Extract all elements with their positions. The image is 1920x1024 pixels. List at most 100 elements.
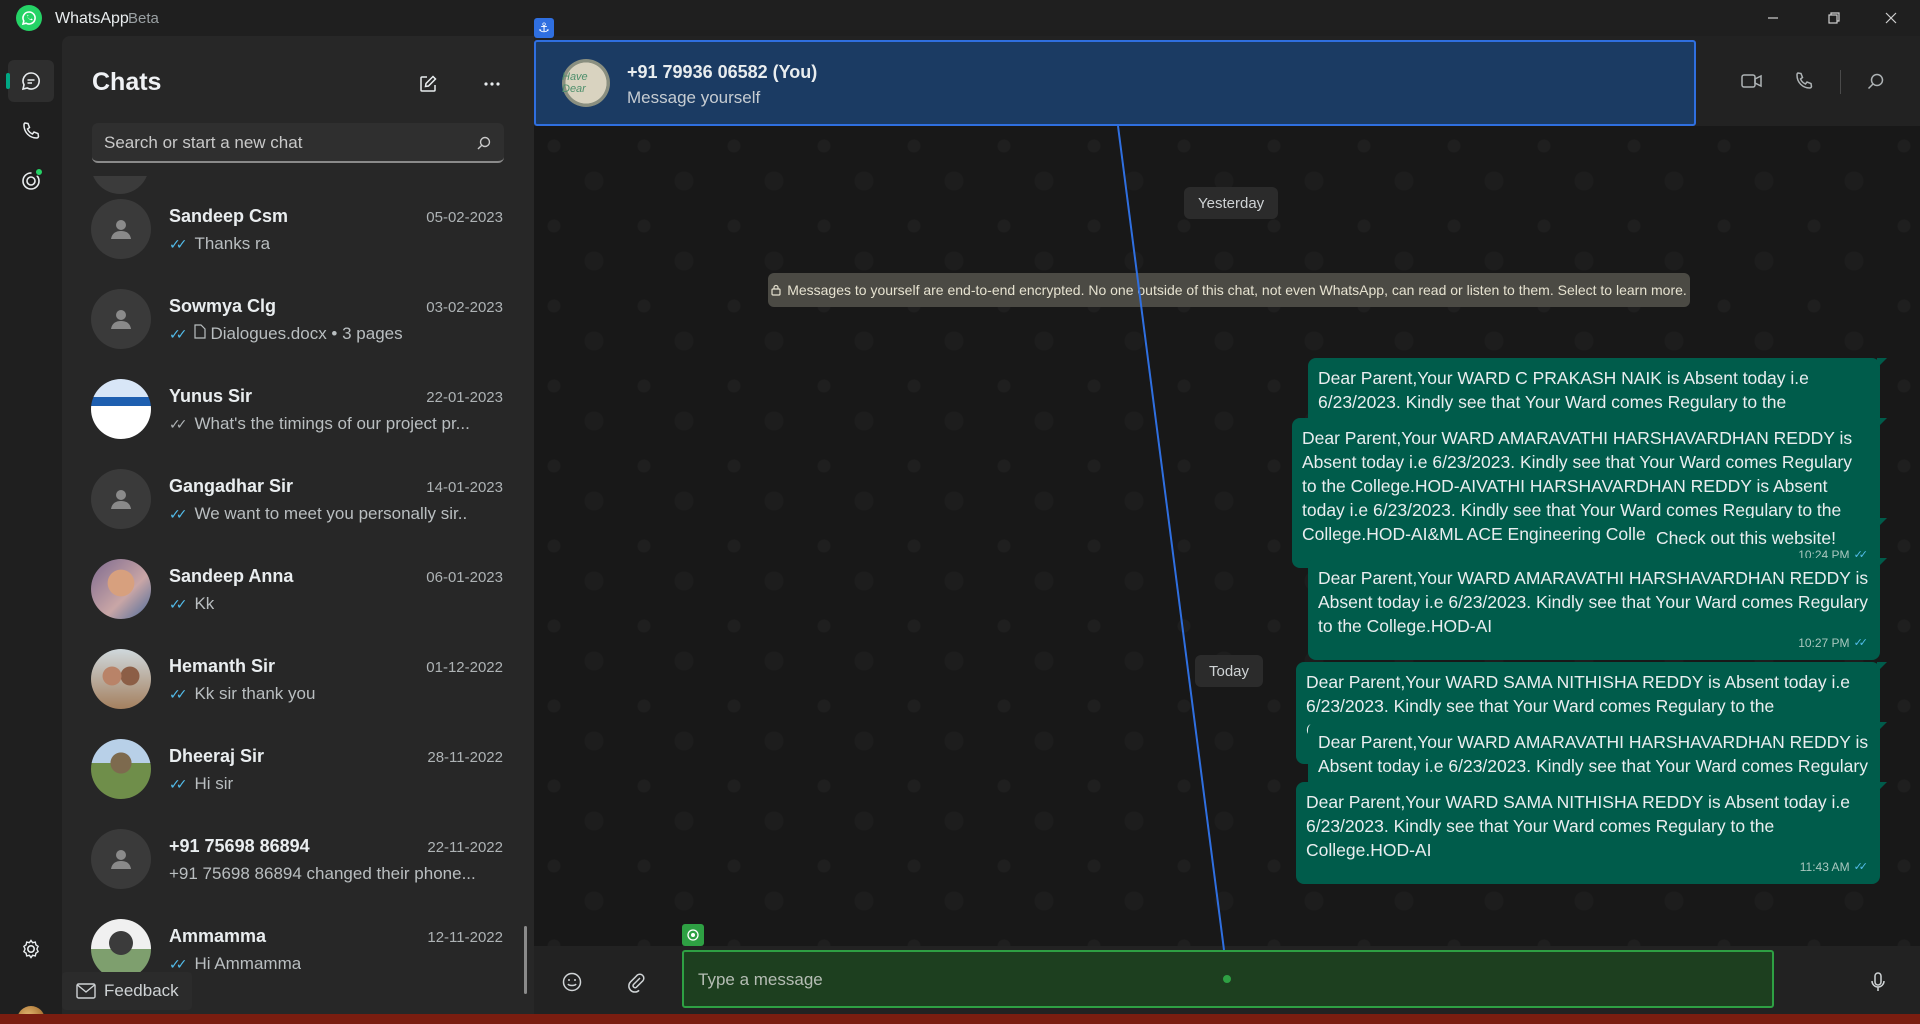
chat-preview-text: Kk bbox=[194, 594, 215, 613]
avatar bbox=[91, 829, 151, 889]
settings-nav-button[interactable] bbox=[8, 928, 54, 970]
emoji-button[interactable] bbox=[554, 964, 590, 1000]
chat-list: Sandeep Csm 05-02-2023 ✓✓ Thanks ra Sowmya C… bbox=[62, 176, 534, 1014]
calls-nav-button[interactable] bbox=[8, 110, 54, 152]
read-ticks-icon: ✓✓ bbox=[169, 415, 188, 432]
chat-preview: ✓✓ Thanks ra bbox=[169, 234, 499, 254]
read-ticks-icon: ✓✓ bbox=[169, 595, 188, 612]
avatar bbox=[91, 379, 151, 439]
chats-icon bbox=[21, 72, 40, 91]
chat-list-item[interactable]: Sandeep Anna 06-01-2023 ✓✓ Kk bbox=[62, 544, 534, 634]
minimize-icon bbox=[1768, 17, 1778, 19]
message-text: Dear Parent,Your WARD AMARAVATHI HARSHAV… bbox=[1318, 568, 1869, 636]
read-ticks-icon: ✓✓ bbox=[169, 505, 188, 522]
minimize-button[interactable] bbox=[1750, 0, 1796, 36]
chat-list-item[interactable]: Sandeep Csm 05-02-2023 ✓✓ Thanks ra bbox=[62, 184, 534, 274]
voice-message-button[interactable] bbox=[1860, 964, 1896, 1000]
read-ticks-icon: ✓✓ bbox=[169, 235, 188, 252]
avatar bbox=[91, 919, 151, 979]
avatar bbox=[91, 289, 151, 349]
chat-preview: ✓✓ Hi sir bbox=[169, 774, 499, 794]
chat-preview-text: Hi Ammamma bbox=[194, 954, 302, 973]
avatar bbox=[91, 649, 151, 709]
default-person-icon bbox=[111, 490, 131, 509]
avatar bbox=[91, 469, 151, 529]
app-name: WhatsApp bbox=[55, 10, 129, 27]
chat-preview-text: +91 75698 86894 changed their phone... bbox=[169, 864, 476, 883]
chat-name: Hemanth Sir bbox=[169, 656, 276, 676]
read-ticks-icon: ✓✓ bbox=[169, 955, 188, 972]
chat-list-scrollbar[interactable] bbox=[524, 926, 527, 994]
date-separator-yesterday: Yesterday bbox=[1184, 187, 1279, 219]
chat-date: 06-01-2023 bbox=[426, 569, 503, 586]
chat-preview-text: Thanks ra bbox=[194, 234, 271, 253]
search-icon[interactable] bbox=[476, 135, 492, 151]
chat-list-item[interactable]: Hemanth Sir 01-12-2022 ✓✓ Kk sir thank you bbox=[62, 634, 534, 724]
message-meta: 10:27 PM ✓✓ bbox=[1798, 631, 1868, 655]
search-input[interactable] bbox=[104, 132, 464, 154]
chat-name: Yunus Sir bbox=[169, 386, 253, 406]
date-separator-today: Today bbox=[1195, 655, 1264, 687]
search-messages-button[interactable] bbox=[1858, 63, 1894, 99]
read-ticks-icon: ✓✓ bbox=[169, 685, 188, 702]
close-button[interactable] bbox=[1868, 0, 1914, 36]
whatsapp-window: WhatsApp Beta Chats Search or start a ne… bbox=[0, 0, 1920, 1024]
feedback-button[interactable]: Feedback bbox=[62, 972, 192, 1010]
new-chat-button[interactable] bbox=[410, 66, 446, 102]
chat-list-panel: Chats Sandeep Csm 05-02-2023 ✓✓ Thanks ra So… bbox=[62, 36, 534, 1014]
beta-label: Beta bbox=[128, 10, 159, 27]
voice-call-icon bbox=[1796, 72, 1813, 89]
message-bubble[interactable]: Dear Parent,Your WARD SAMA NITHISHA REDD… bbox=[1296, 782, 1887, 884]
message-text: Dear Parent,Your WARD SAMA NITHISHA REDD… bbox=[1306, 792, 1851, 860]
restore-icon bbox=[1828, 12, 1840, 24]
chat-preview: ✓✓ Kk bbox=[169, 594, 499, 614]
chat-date: 22-01-2023 bbox=[426, 389, 503, 406]
mic-icon bbox=[1871, 972, 1885, 991]
attach-button[interactable] bbox=[618, 964, 654, 1000]
message-input-box bbox=[682, 950, 1774, 1008]
mail-icon bbox=[76, 983, 96, 999]
contact-avatar-text: Have Dear bbox=[562, 71, 588, 95]
chat-list-item[interactable]: Dheeraj Sir 28-11-2022 ✓✓ Hi sir bbox=[62, 724, 534, 814]
chat-date: 05-02-2023 bbox=[426, 209, 503, 226]
read-ticks-icon: ✓✓ bbox=[169, 325, 188, 342]
more-options-button[interactable] bbox=[474, 66, 510, 102]
chat-name: Dheeraj Sir bbox=[169, 746, 265, 766]
chats-nav-button[interactable] bbox=[6, 60, 54, 102]
feedback-label: Feedback bbox=[104, 981, 179, 1000]
chat-name: +91 75698 86894 bbox=[169, 836, 310, 856]
cursor-target-dot bbox=[1220, 972, 1234, 986]
read-ticks-icon: ✓✓ bbox=[1853, 861, 1869, 873]
encryption-notice[interactable]: Messages to yourself are end-to-end encr… bbox=[768, 273, 1690, 307]
conversation-header: Have Dear +91 79936 06582 (You) Message … bbox=[534, 36, 1920, 126]
chat-preview-text: Kk sir thank you bbox=[194, 684, 316, 703]
contact-info-button[interactable]: Have Dear +91 79936 06582 (You) Message … bbox=[534, 40, 1696, 126]
title-bar: WhatsApp Beta bbox=[0, 0, 1920, 36]
chat-preview: +91 75698 86894 changed their phone... bbox=[169, 864, 499, 884]
search-icon bbox=[1867, 73, 1884, 90]
status-nav-button[interactable] bbox=[8, 160, 54, 202]
voice-call-button[interactable] bbox=[1786, 63, 1822, 99]
restore-button[interactable] bbox=[1811, 0, 1857, 36]
chat-list-item[interactable]: Gangadhar Sir 14-01-2023 ✓✓ We want to meet… bbox=[62, 454, 534, 544]
chat-list-item[interactable]: Sowmya Clg 03-02-2023 ✓✓ Dialogues.docx • 3… bbox=[62, 274, 534, 364]
contact-name: +91 79936 06582 (You) bbox=[627, 62, 818, 82]
video-call-icon bbox=[1741, 74, 1762, 88]
video-call-button[interactable] bbox=[1734, 63, 1770, 99]
message-bubble[interactable]: Dear Parent,Your WARD AMARAVATHI HARSHAV… bbox=[1308, 558, 1887, 660]
chat-preview: ✓✓ Dialogues.docx • 3 pages bbox=[169, 324, 499, 344]
message-composer bbox=[534, 924, 1920, 1014]
anchor-icon: ⚓ bbox=[534, 18, 554, 38]
chat-preview: ✓✓ What's the timings of our project pr..… bbox=[169, 414, 499, 434]
message-input[interactable] bbox=[698, 968, 1698, 992]
attach-icon bbox=[628, 973, 645, 993]
message-time: 11:43 AM bbox=[1799, 860, 1850, 874]
encryption-text: Messages to yourself are end-to-end encr… bbox=[787, 282, 1687, 298]
conversation-panel: Have Dear +91 79936 06582 (You) Message … bbox=[534, 36, 1920, 1014]
contact-avatar: Have Dear bbox=[562, 59, 610, 107]
chat-preview-text: We want to meet you personally sir.. bbox=[194, 504, 468, 523]
document-icon bbox=[194, 324, 207, 344]
chat-list-item[interactable]: +91 75698 86894 22-11-2022 +91 75698 86894… bbox=[62, 814, 534, 904]
status-unread-dot bbox=[35, 168, 43, 176]
chat-list-item[interactable]: Yunus Sir 22-01-2023 ✓✓ What's the timings … bbox=[62, 364, 534, 454]
